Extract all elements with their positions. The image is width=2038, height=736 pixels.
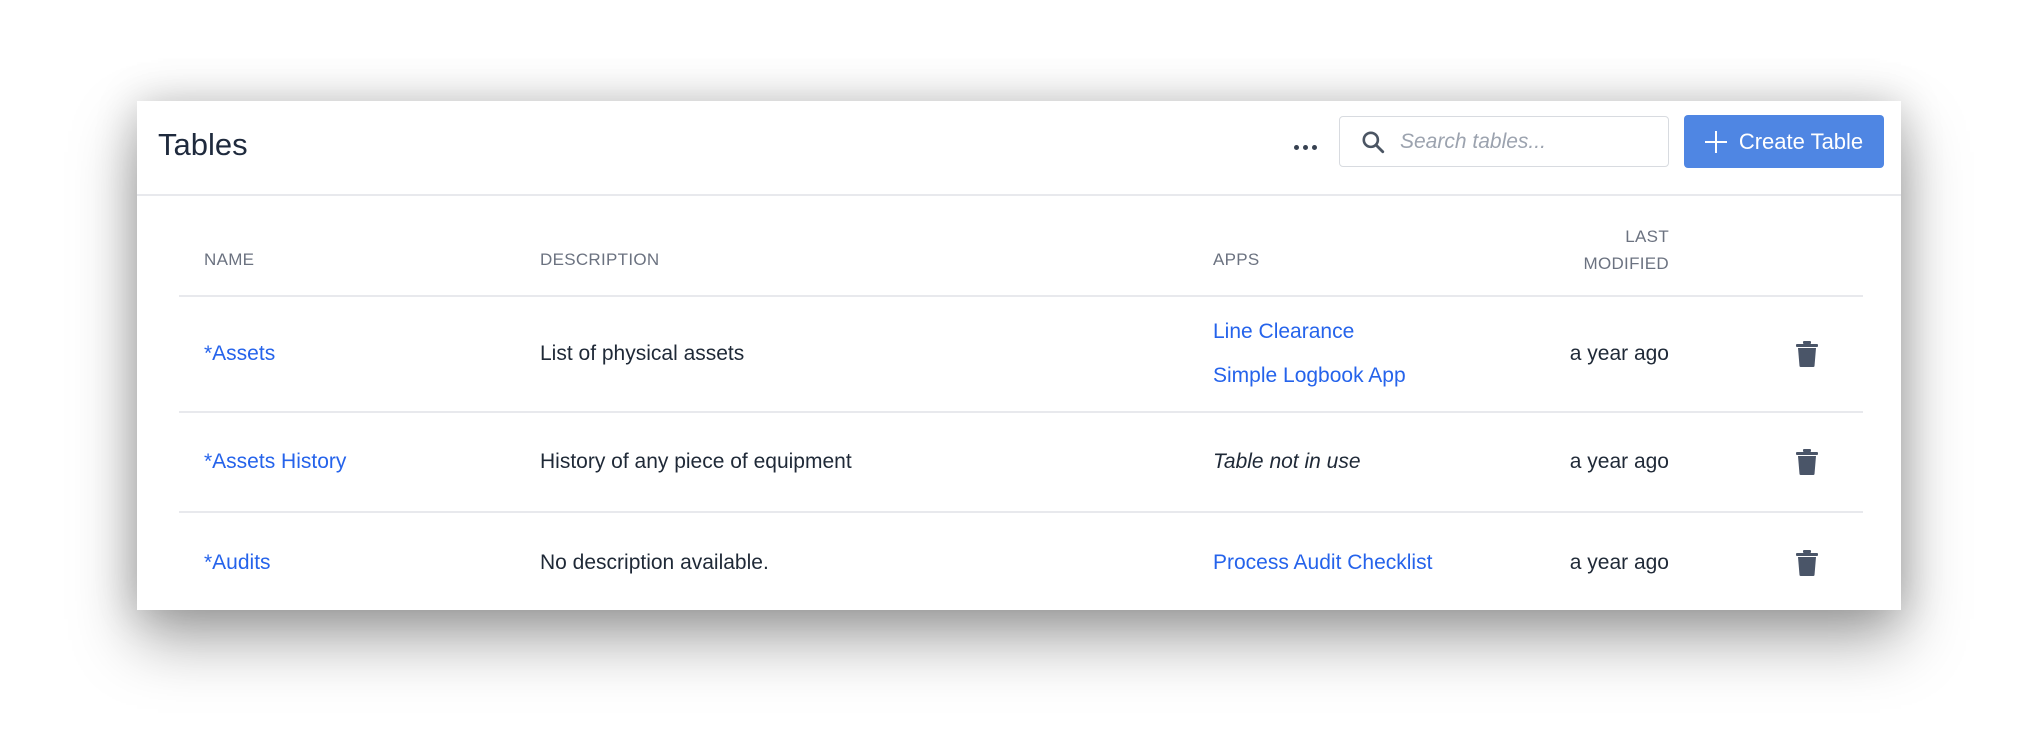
search-box[interactable] bbox=[1339, 116, 1669, 167]
last-modified: a year ago bbox=[1569, 450, 1669, 473]
tables-list: Name Description Apps Last Modified *Ass… bbox=[179, 195, 1863, 610]
more-dot bbox=[1311, 144, 1317, 150]
column-header-name[interactable]: Name bbox=[204, 250, 254, 270]
search-input[interactable] bbox=[1398, 128, 1662, 155]
app-link[interactable]: Line Clearance bbox=[1213, 320, 1406, 344]
table-row[interactable]: *Audits No description available. Proces… bbox=[179, 513, 1863, 610]
table-name-link[interactable]: *Assets bbox=[204, 342, 275, 366]
column-header-last-modified-line2: Modified bbox=[1583, 254, 1669, 273]
table-description: History of any piece of equipment bbox=[540, 450, 852, 473]
column-header-last-modified[interactable]: Last Modified bbox=[1549, 223, 1669, 277]
column-header-description[interactable]: Description bbox=[540, 250, 659, 270]
trash-icon[interactable] bbox=[1796, 550, 1818, 576]
plus-icon bbox=[1704, 130, 1727, 153]
column-header-apps[interactable]: Apps bbox=[1213, 250, 1260, 270]
apps-status: Table not in use bbox=[1213, 450, 1361, 473]
last-modified: a year ago bbox=[1569, 551, 1669, 574]
page-title: Tables bbox=[158, 127, 248, 162]
create-table-label: Create Table bbox=[1738, 128, 1864, 154]
table-apps: Line Clearance Simple Logbook App bbox=[1213, 320, 1406, 388]
tables-header: Tables Create Table bbox=[137, 101, 1901, 196]
table-row[interactable]: *Assets List of physical assets Line Cle… bbox=[179, 297, 1863, 413]
tables-card: Tables Create Table Name Description App… bbox=[137, 101, 1901, 610]
last-modified: a year ago bbox=[1569, 342, 1669, 365]
more-options-button[interactable] bbox=[1287, 129, 1323, 165]
table-name-link[interactable]: *Audits bbox=[204, 551, 271, 575]
table-description: No description available. bbox=[540, 551, 769, 574]
trash-icon[interactable] bbox=[1796, 449, 1818, 475]
table-header: Name Description Apps Last Modified bbox=[179, 195, 1863, 297]
table-description: List of physical assets bbox=[540, 342, 745, 365]
trash-icon[interactable] bbox=[1796, 341, 1818, 367]
app-link[interactable]: Process Audit Checklist bbox=[1213, 551, 1432, 575]
table-apps: Table not in use bbox=[1213, 450, 1361, 474]
more-dot bbox=[1302, 144, 1308, 150]
app-link[interactable]: Simple Logbook App bbox=[1213, 364, 1406, 388]
table-apps: Process Audit Checklist bbox=[1213, 551, 1432, 575]
create-table-button[interactable]: Create Table bbox=[1684, 115, 1884, 168]
column-header-last-modified-line1: Last bbox=[1625, 227, 1669, 246]
search-icon bbox=[1362, 130, 1385, 153]
table-row[interactable]: *Assets History History of any piece of … bbox=[179, 413, 1863, 513]
table-name-link[interactable]: *Assets History bbox=[204, 450, 346, 474]
more-horizontal-icon bbox=[1293, 144, 1299, 150]
